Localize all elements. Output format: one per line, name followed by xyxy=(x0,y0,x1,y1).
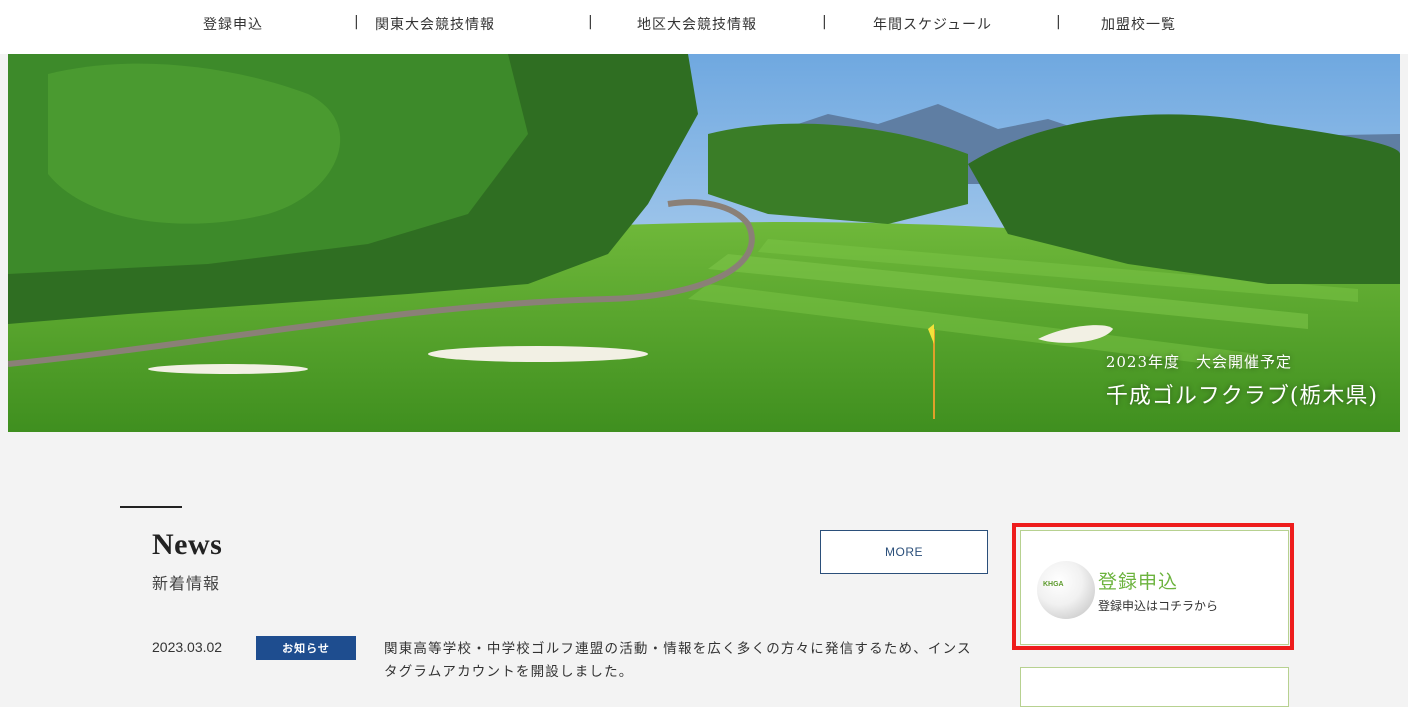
logo-text: KHGA xyxy=(1043,581,1064,588)
news-subheading: 新着情報 xyxy=(152,574,221,593)
nav-item-member-schools[interactable]: 加盟校一覧 xyxy=(1101,14,1176,34)
news-divider xyxy=(120,506,182,508)
secondary-card[interactable] xyxy=(1020,667,1289,707)
news-item[interactable]: 2023.03.02 お知らせ 関東高等学校・中学校ゴルフ連盟の活動・情報を広く… xyxy=(152,636,992,696)
hero-caption: 2023年度 大会開催予定 千成ゴルフクラブ(栃木県) xyxy=(1106,351,1378,410)
registration-card[interactable]: KHGA 登録申込 登録申込はコチラから xyxy=(1020,530,1289,645)
hero-caption-subtitle: 2023年度 大会開催予定 xyxy=(1105,353,1293,371)
nav-item-registration[interactable]: 登録申込 xyxy=(203,14,263,34)
hero-caption-title: 千成ゴルフクラブ(栃木県) xyxy=(1105,384,1378,409)
nav-item-annual-schedule[interactable]: 年間スケジュール xyxy=(873,14,992,34)
nav-separator: | xyxy=(822,14,827,30)
registration-subtitle: 登録申込はコチラから xyxy=(1098,599,1219,613)
news-date: 2023.03.02 xyxy=(152,639,223,655)
nav-item-district-tournament[interactable]: 地区大会競技情報 xyxy=(637,14,757,34)
hero-banner: 2023年度 大会開催予定 千成ゴルフクラブ(栃木県) xyxy=(8,54,1400,432)
more-button[interactable]: MORE xyxy=(820,530,988,574)
nav-separator: | xyxy=(588,14,593,30)
top-navigation: 登録申込 | 関東大会競技情報 | 地区大会競技情報 | 年間スケジュール | … xyxy=(0,0,1408,54)
nav-item-kanto-tournament[interactable]: 関東大会競技情報 xyxy=(375,14,495,34)
news-category-badge: お知らせ xyxy=(256,636,356,660)
news-heading: News xyxy=(152,528,223,561)
nav-separator: | xyxy=(354,14,359,30)
nav-separator: | xyxy=(1056,14,1061,30)
news-text-link[interactable]: 関東高等学校・中学校ゴルフ連盟の活動・情報を広く多くの方々に発信するため、インス… xyxy=(384,638,984,684)
golf-ball-logo-icon: KHGA xyxy=(1037,561,1095,619)
registration-title: 登録申込 xyxy=(1098,571,1179,593)
